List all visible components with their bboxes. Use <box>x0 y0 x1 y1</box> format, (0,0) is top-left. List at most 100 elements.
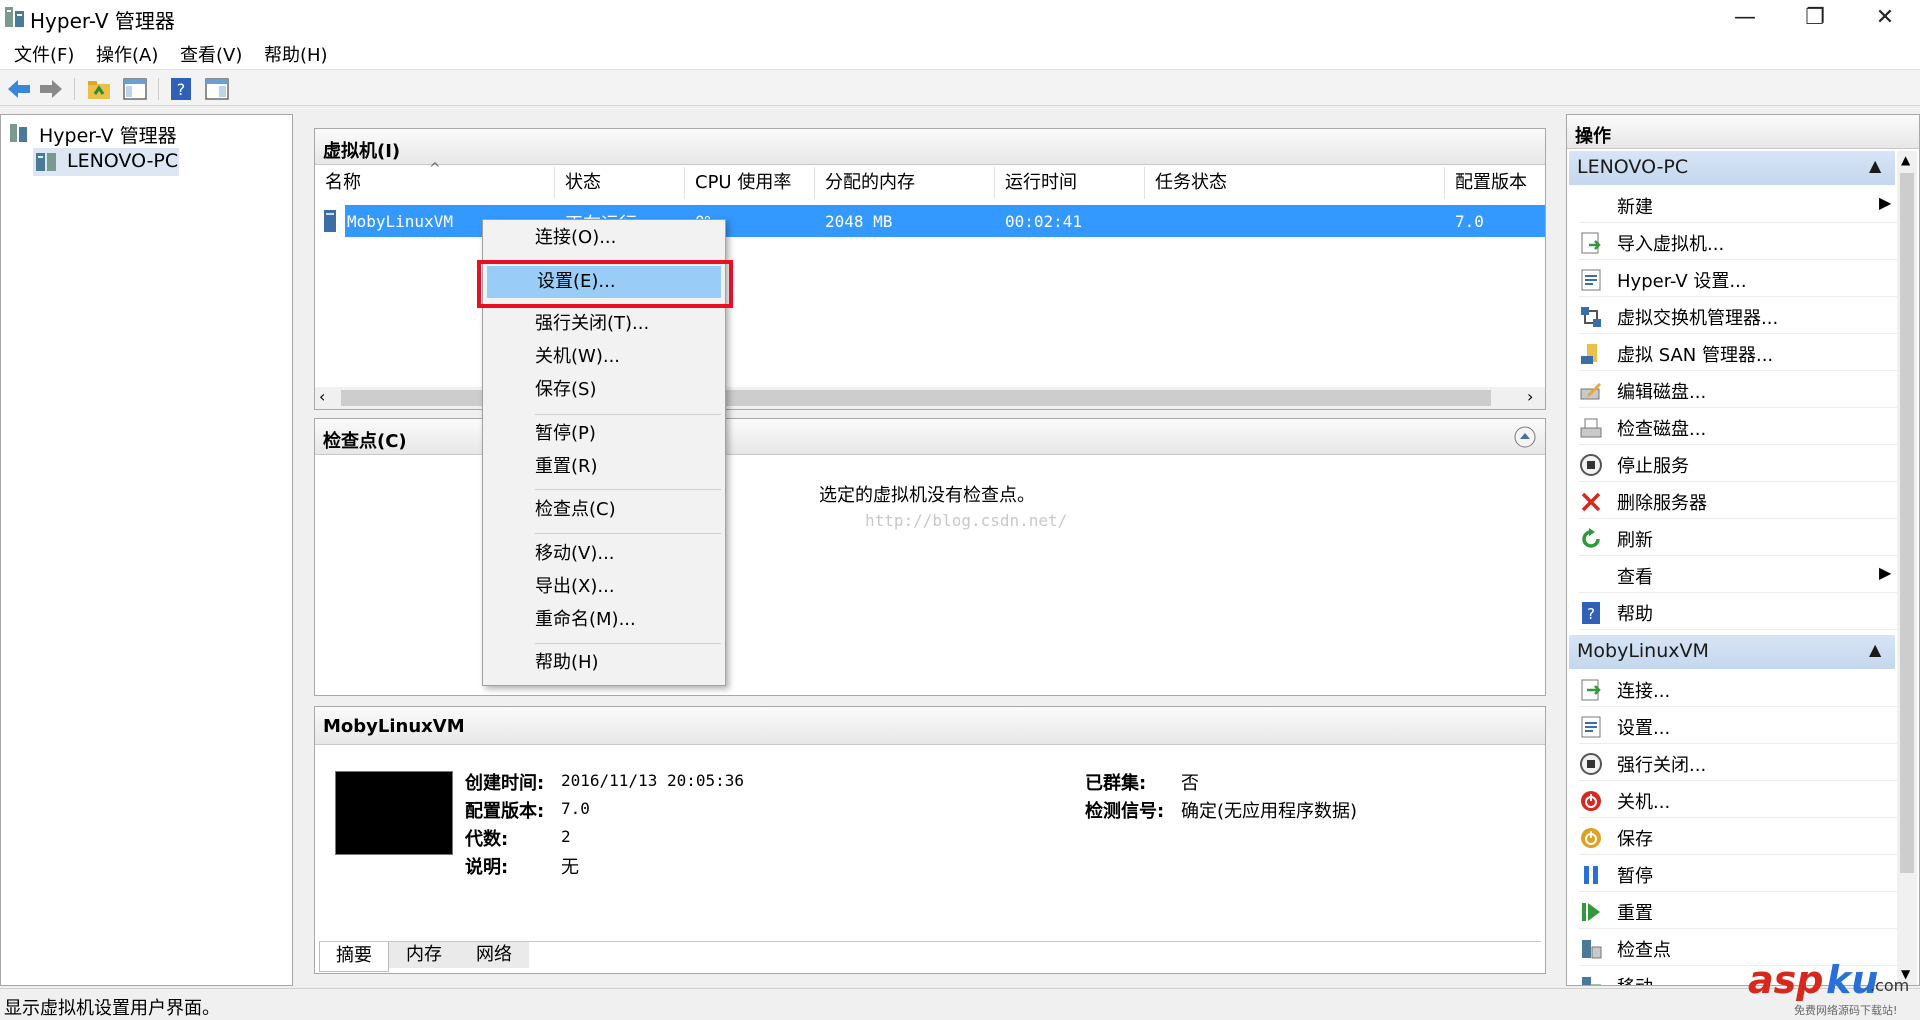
back-icon[interactable] <box>6 76 32 102</box>
action-inspect-disk[interactable]: 检查磁盘... <box>1579 409 1897 445</box>
action-label: 保存 <box>1617 829 1653 850</box>
col-task[interactable]: 任务状态 <box>1145 167 1445 199</box>
action-save[interactable]: 保存 <box>1579 819 1897 855</box>
action-label: 虚拟交换机管理器... <box>1617 308 1779 329</box>
tab-summary[interactable]: 摘要 <box>319 942 389 972</box>
up-folder-icon[interactable] <box>86 76 112 102</box>
forward-icon[interactable] <box>38 76 64 102</box>
menu-action[interactable]: 操作(A) <box>96 41 158 67</box>
minimize-button[interactable]: — <box>1710 0 1780 34</box>
actions-pane: 操作 LENOVO-PC ▲ 新建 ▶ 导入虚拟机... Hyper-V 设置..… <box>1566 114 1920 986</box>
ctx-checkpoint[interactable]: 检查点(C) <box>485 494 723 526</box>
svg-text:?: ? <box>177 80 186 99</box>
watermark-part: asp <box>1748 958 1824 1002</box>
show-hide-action-pane-icon[interactable] <box>204 76 230 102</box>
action-connect[interactable]: 连接... <box>1579 671 1897 707</box>
col-state[interactable]: 状态 <box>555 167 685 199</box>
menu-view[interactable]: 查看(V) <box>180 41 242 67</box>
col-cpu[interactable]: CPU 使用率 <box>685 167 815 199</box>
action-import-vm[interactable]: 导入虚拟机... <box>1579 224 1897 260</box>
tree-root-hyperv[interactable]: Hyper-V 管理器 <box>9 119 279 147</box>
col-version[interactable]: 配置版本 <box>1445 167 1545 199</box>
ctx-connect[interactable]: 连接(O)... <box>485 222 723 254</box>
col-memory[interactable]: 分配的内存 <box>815 167 995 199</box>
vertical-scrollbar[interactable]: ▲ ▼ <box>1897 151 1917 985</box>
action-san-manager[interactable]: 虚拟 SAN 管理器... <box>1579 335 1897 371</box>
ctx-settings[interactable]: 设置(E)... <box>487 266 721 298</box>
actions-section-lenovo-pc[interactable]: LENOVO-PC ▲ <box>1569 151 1895 185</box>
ctx-move[interactable]: 移动(V)... <box>485 538 723 570</box>
save-icon <box>1581 828 1601 848</box>
scroll-left-icon[interactable]: ‹ <box>319 387 325 406</box>
ctx-separator <box>535 489 721 490</box>
ctx-rename[interactable]: 重命名(M)... <box>485 604 723 636</box>
action-label: 关机... <box>1617 792 1671 813</box>
action-hyperv-settings[interactable]: Hyper-V 设置... <box>1579 261 1897 297</box>
action-remove-server[interactable]: 删除服务器 <box>1579 483 1897 519</box>
action-reset[interactable]: 重置 <box>1579 893 1897 929</box>
collapse-up-icon[interactable] <box>1513 425 1537 449</box>
ctx-turn-off[interactable]: 强行关闭(T)... <box>485 308 723 340</box>
action-label: 查看 <box>1617 567 1653 588</box>
detail-value: 否 <box>1181 773 1199 794</box>
turnoff-icon <box>1580 753 1602 775</box>
ctx-shutdown[interactable]: 关机(W)... <box>485 341 723 373</box>
tab-network[interactable]: 网络 <box>459 942 529 968</box>
ctx-reset[interactable]: 重置(R) <box>485 451 723 483</box>
action-label: Hyper-V 设置... <box>1617 271 1747 292</box>
inspect-disk-icon <box>1580 418 1602 438</box>
action-turn-off[interactable]: 强行关闭... <box>1579 745 1897 781</box>
submenu-arrow-icon: ▶ <box>1879 563 1892 582</box>
watermark-logo: asp ku .com 免费网络源码下载站! <box>1748 958 1918 1017</box>
ctx-export[interactable]: 导出(X)... <box>485 571 723 603</box>
toolbar-divider <box>74 78 75 100</box>
action-view[interactable]: 查看 ▶ <box>1579 557 1897 593</box>
actions-list-lenovo-pc: 新建 ▶ 导入虚拟机... Hyper-V 设置... 虚拟交换机管理器... 虚… <box>1567 187 1907 631</box>
action-vm-settings[interactable]: 设置... <box>1579 708 1897 744</box>
action-refresh[interactable]: 刷新 <box>1579 520 1897 556</box>
vm-panel-title: 虚拟机(I) <box>315 129 1545 165</box>
action-label: 刷新 <box>1617 530 1653 551</box>
toolbar-divider <box>158 78 159 100</box>
action-help[interactable]: ? 帮助 <box>1579 594 1897 630</box>
col-uptime[interactable]: 运行时间 <box>995 167 1145 199</box>
action-label: 暂停 <box>1617 866 1653 887</box>
sort-arrow-icon: ^ <box>429 161 441 177</box>
vm-thumbnail <box>335 771 453 855</box>
close-button[interactable]: ✕ <box>1850 0 1920 34</box>
ctx-help[interactable]: 帮助(H) <box>485 647 723 679</box>
action-stop-service[interactable]: 停止服务 <box>1579 446 1897 482</box>
tree-root-label: Hyper-V 管理器 <box>39 125 177 147</box>
detail-label: 代数: <box>465 829 509 850</box>
vm-uptime: 00:02:41 <box>1005 212 1083 231</box>
restore-button[interactable]: ❐ <box>1780 0 1850 34</box>
watermark-subtitle: 免费网络源码下载站! <box>1794 1004 1898 1017</box>
details-panel: MobyLinuxVM 创建时间: 2016/11/13 20:05:36 配置… <box>314 706 1546 974</box>
actions-section-mobylinuxvm[interactable]: MobyLinuxVM ▲ <box>1569 635 1895 669</box>
collapse-up-icon[interactable]: ▲ <box>1869 640 1881 659</box>
detail-value: 2016/11/13 20:05:36 <box>561 771 745 790</box>
scrollbar-thumb[interactable] <box>1900 173 1914 873</box>
connect-icon <box>1581 679 1601 701</box>
action-shutdown[interactable]: 关机... <box>1579 782 1897 818</box>
scroll-up-icon[interactable]: ▲ <box>1901 153 1910 167</box>
detail-label: 配置版本: <box>465 801 545 822</box>
action-new[interactable]: 新建 ▶ <box>1579 187 1897 223</box>
action-label: 连接... <box>1617 681 1671 702</box>
collapse-up-icon[interactable]: ▲ <box>1869 156 1881 175</box>
action-label: 编辑磁盘... <box>1617 382 1707 403</box>
menu-help[interactable]: 帮助(H) <box>264 41 328 67</box>
action-pause[interactable]: 暂停 <box>1579 856 1897 892</box>
menu-file[interactable]: 文件(F) <box>14 41 74 67</box>
action-label: 检查点 <box>1617 940 1671 961</box>
tab-memory[interactable]: 内存 <box>389 942 459 968</box>
scroll-right-icon[interactable]: › <box>1527 387 1533 406</box>
tree-item-lenovo-pc[interactable]: LENOVO-PC <box>33 148 179 176</box>
show-hide-console-tree-icon[interactable] <box>122 76 148 102</box>
ctx-save[interactable]: 保存(S) <box>485 374 723 406</box>
action-edit-disk[interactable]: 编辑磁盘... <box>1579 372 1897 408</box>
ctx-pause[interactable]: 暂停(P) <box>485 418 723 450</box>
help-icon[interactable]: ? <box>168 76 194 102</box>
action-switch-manager[interactable]: 虚拟交换机管理器... <box>1579 298 1897 334</box>
status-bar: 显示虚拟机设置用户界面。 <box>0 988 1920 1020</box>
